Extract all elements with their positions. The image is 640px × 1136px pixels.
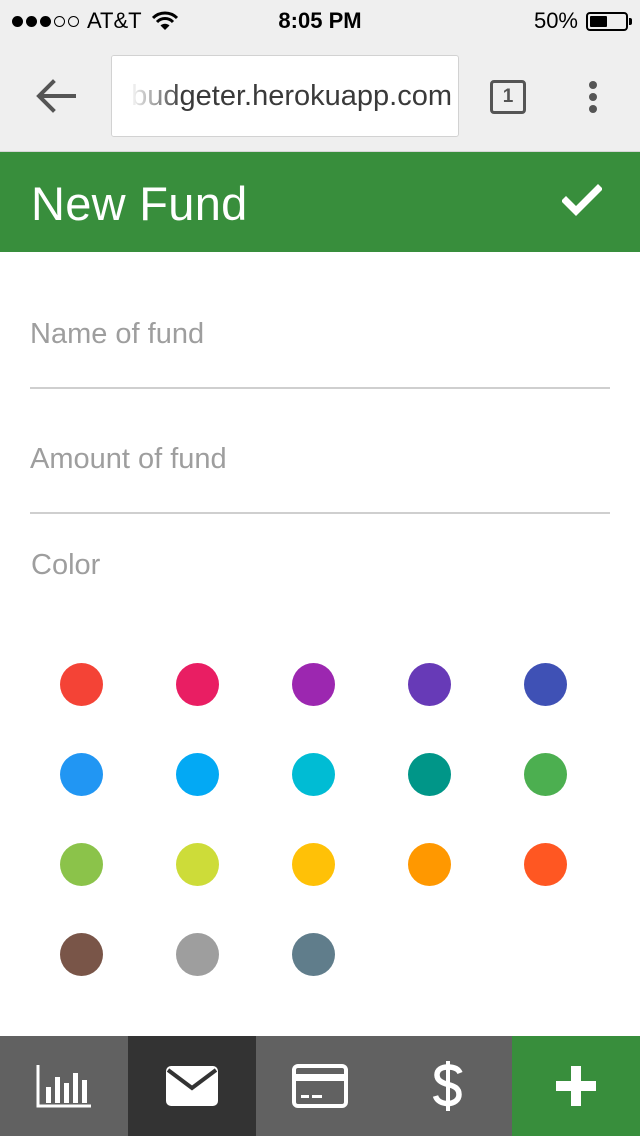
color-swatch[interactable] — [60, 663, 103, 706]
color-swatch[interactable] — [292, 663, 335, 706]
color-swatch[interactable] — [60, 843, 103, 886]
url-fade — [112, 56, 182, 136]
nav-accounts[interactable] — [256, 1036, 384, 1136]
bar-chart-icon — [36, 1065, 91, 1108]
credit-card-icon — [292, 1064, 348, 1108]
color-swatch[interactable] — [524, 753, 567, 796]
save-button[interactable] — [561, 184, 603, 218]
menu-dot — [589, 93, 597, 101]
amount-input[interactable] — [30, 443, 610, 476]
color-swatch[interactable] — [176, 663, 219, 706]
tab-switcher-button[interactable]: 1 — [490, 80, 526, 114]
color-swatch[interactable] — [408, 663, 451, 706]
color-swatch[interactable] — [408, 843, 451, 886]
color-swatch[interactable] — [292, 843, 335, 886]
menu-dot — [589, 105, 597, 113]
name-input[interactable] — [30, 318, 610, 351]
color-swatch[interactable] — [176, 753, 219, 796]
battery-percent: 50% — [533, 8, 578, 33]
envelope-icon — [166, 1066, 218, 1106]
name-field — [30, 318, 610, 389]
nav-transactions[interactable] — [384, 1036, 512, 1136]
color-swatch[interactable] — [292, 933, 335, 976]
color-picker — [60, 663, 570, 976]
color-swatch[interactable] — [176, 843, 219, 886]
color-swatch[interactable] — [176, 933, 219, 976]
color-label: Color — [31, 549, 101, 581]
battery-level-fill — [590, 15, 607, 27]
page-title: New Fund — [31, 177, 248, 230]
browser-toolbar: budgeter.herokuapp.com 1 — [0, 40, 640, 152]
overflow-menu-button[interactable] — [580, 78, 606, 116]
checkmark-icon — [561, 184, 603, 216]
color-swatch[interactable] — [60, 933, 103, 976]
color-swatch[interactable] — [292, 753, 335, 796]
nav-add[interactable] — [512, 1036, 640, 1136]
color-swatch[interactable] — [408, 753, 451, 796]
address-bar[interactable]: budgeter.herokuapp.com — [111, 55, 459, 137]
color-swatch[interactable] — [524, 843, 567, 886]
color-swatch[interactable] — [524, 663, 567, 706]
app-header: New Fund — [0, 152, 640, 252]
bottom-nav — [0, 1036, 640, 1136]
nav-funds[interactable] — [128, 1036, 256, 1136]
arrow-left-icon — [36, 79, 76, 113]
plus-icon — [556, 1066, 596, 1106]
amount-field — [30, 443, 610, 514]
battery-cap — [629, 17, 632, 25]
color-swatch[interactable] — [60, 753, 103, 796]
status-bar: AT&T 8:05 PM 50% — [0, 0, 640, 40]
battery-icon — [586, 11, 632, 31]
menu-dot — [589, 81, 597, 89]
nav-reports[interactable] — [0, 1036, 128, 1136]
status-right: 50% — [533, 8, 632, 34]
dollar-icon — [432, 1061, 463, 1111]
back-button[interactable] — [34, 78, 78, 114]
